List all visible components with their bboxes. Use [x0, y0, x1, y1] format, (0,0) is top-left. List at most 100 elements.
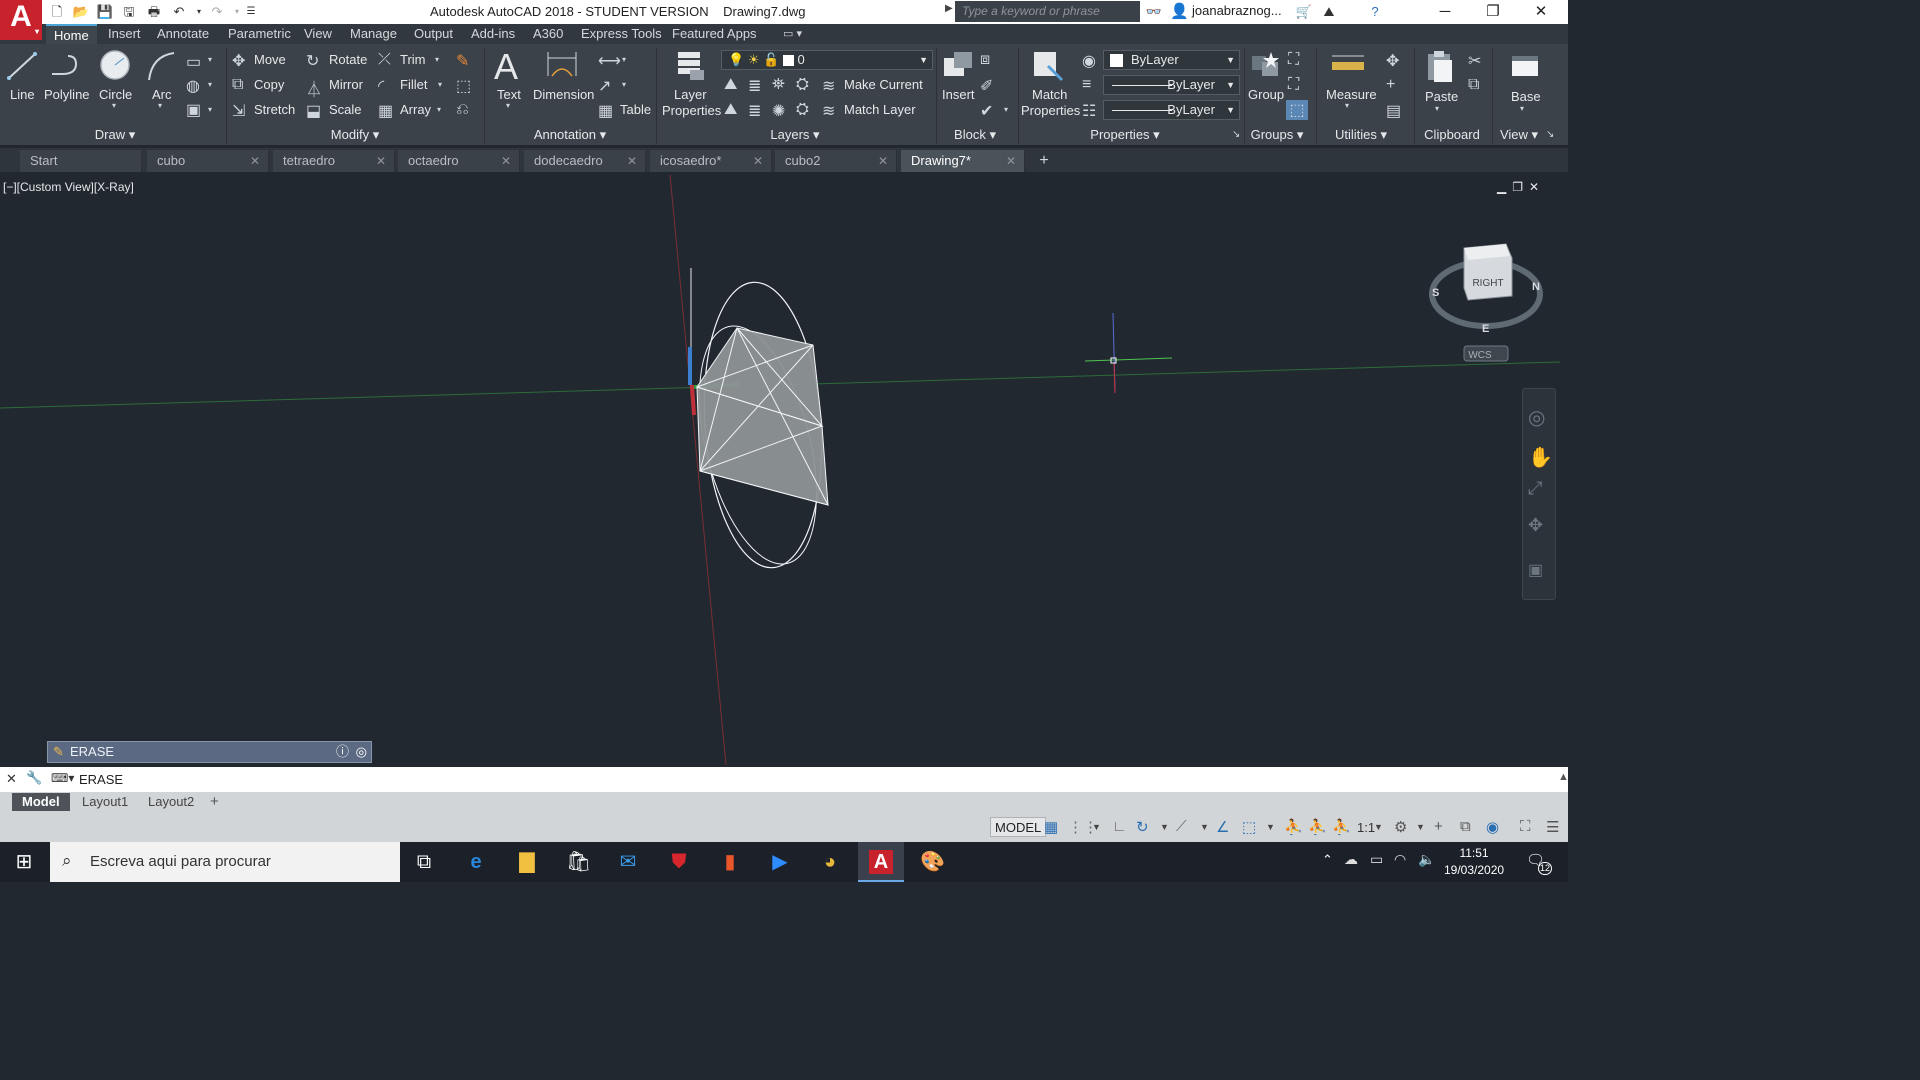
workspace-dropdown-icon[interactable]: ▼ — [1416, 822, 1425, 832]
file-tab-dodecaedro[interactable]: dodecaedro ✕ — [524, 150, 646, 172]
tab-a360[interactable]: A360 — [533, 24, 563, 44]
close-tab-icon[interactable]: ✕ — [1006, 150, 1016, 172]
line-button[interactable] — [4, 48, 40, 87]
hatch-dropdown-icon[interactable]: ▾ — [208, 80, 212, 89]
minimize-icon[interactable]: ─ — [1422, 0, 1468, 24]
quick-select-icon[interactable]: ✥ — [1386, 51, 1399, 71]
hatch-icon[interactable]: ◍ — [186, 76, 200, 96]
copy-clip-icon[interactable]: ⧉ — [1468, 76, 1479, 94]
layout-tab-layout1[interactable]: Layout1 — [72, 793, 138, 811]
base-view-button[interactable] — [1508, 52, 1542, 85]
copy-button[interactable]: Copy — [254, 77, 284, 92]
file-explorer-icon[interactable]: ▇ — [515, 850, 539, 874]
close-tab-icon[interactable]: ✕ — [878, 150, 888, 172]
command-input[interactable]: ERASE — [79, 772, 123, 787]
groups-panel-title[interactable]: Groups ▾ — [1246, 127, 1308, 144]
polar-tracking-icon[interactable]: ↻ — [1136, 818, 1149, 836]
clipboard-panel-title[interactable]: Clipboard — [1420, 127, 1484, 144]
compass-s-label[interactable]: S — [1432, 287, 1439, 299]
linear-dim-dropdown-icon[interactable]: ▾ — [622, 55, 626, 64]
cut-icon[interactable]: ✂ — [1468, 51, 1481, 71]
create-block-icon[interactable]: ⧈ — [980, 51, 990, 69]
windows-start-icon[interactable]: ⊞ — [12, 850, 36, 874]
zoom-icon[interactable]: ▶ — [768, 850, 792, 874]
close-command-icon[interactable]: ✕ — [6, 771, 17, 787]
file-tab-cubo[interactable]: cubo ✕ — [147, 150, 269, 172]
scale-dropdown-icon[interactable]: ▼ — [1374, 822, 1383, 832]
snap-dropdown-icon[interactable]: ▼ — [1092, 822, 1101, 832]
object-snap-icon[interactable]: ⬚ — [1242, 818, 1256, 836]
base-dropdown-icon[interactable]: ▾ — [1520, 104, 1524, 113]
file-tab-drawing7[interactable]: Drawing7* ✕ — [901, 150, 1025, 172]
file-tab-cubo2[interactable]: cubo2 ✕ — [775, 150, 897, 172]
group-edit-icon[interactable]: ⛶ — [1288, 76, 1299, 94]
paste-button[interactable] — [1424, 48, 1456, 87]
store-icon[interactable]: 🛍 — [566, 850, 591, 874]
draw-panel-title[interactable]: Draw ▾ — [80, 127, 150, 144]
undo-dropdown-icon[interactable]: ▾ — [190, 3, 208, 21]
layer-walk-icon[interactable]: ⛰ — [724, 101, 737, 119]
help-icon[interactable]: ? — [1366, 3, 1384, 21]
block-attribute-icon[interactable]: ✔ — [980, 101, 993, 121]
new-tab-plus-icon[interactable]: + — [1032, 151, 1056, 171]
measure-dropdown-icon[interactable]: ▾ — [1345, 101, 1349, 110]
text-icon[interactable]: A — [494, 46, 518, 88]
wifi-icon[interactable]: ◠ — [1394, 851, 1406, 868]
annotation-scale-icon[interactable]: ⛹ — [1332, 818, 1351, 836]
grid-icon[interactable]: ▦ — [1044, 818, 1058, 836]
measure-button[interactable] — [1330, 50, 1366, 83]
close-tab-icon[interactable]: ✕ — [627, 150, 637, 172]
annotation-monitor-icon[interactable]: + — [1434, 818, 1443, 835]
battery-icon[interactable]: ▭ — [1370, 851, 1383, 868]
compass-n-label[interactable]: N — [1532, 281, 1540, 293]
tab-output[interactable]: Output — [414, 24, 453, 44]
arc-button[interactable] — [144, 48, 180, 87]
annotation-scale-value[interactable]: 1:1 — [1357, 820, 1375, 835]
mcafee-icon[interactable]: ⛊ — [667, 850, 691, 874]
compass-e-label[interactable]: E — [1482, 323, 1489, 335]
file-tab-octaedro[interactable]: octaedro ✕ — [398, 150, 520, 172]
customize-toolbar-icon[interactable]: ☰ — [242, 3, 260, 21]
units-icon[interactable]: ⧉ — [1460, 818, 1471, 835]
command-expand-icon[interactable]: ▲ — [1558, 771, 1568, 783]
scale-button[interactable]: Scale — [329, 102, 362, 117]
tab-annotate[interactable]: Annotate — [157, 24, 209, 44]
rotate-button[interactable]: Rotate — [329, 52, 367, 67]
help-circle-icon[interactable]: ⓘ — [336, 742, 349, 762]
calculator-icon[interactable]: ▤ — [1386, 101, 1401, 121]
polar-dropdown-icon[interactable]: ▼ — [1160, 822, 1169, 832]
isodraft-dropdown-icon[interactable]: ▼ — [1200, 822, 1209, 832]
edit-block-icon[interactable]: ✐ — [980, 76, 993, 96]
tab-parametric[interactable]: Parametric — [228, 24, 291, 44]
object-snap-tracking-icon[interactable]: ∠ — [1216, 818, 1229, 836]
autocad-logo-menu-button[interactable]: A ▾ — [0, 0, 42, 40]
save-icon[interactable]: 💾 — [96, 3, 114, 21]
match-layer-button[interactable]: Match Layer — [844, 102, 916, 117]
command-line[interactable] — [0, 767, 1568, 792]
keyword-search-input[interactable]: Type a keyword or phrase — [955, 1, 1140, 22]
draw-more-dropdown-icon[interactable]: ▾ — [208, 105, 212, 114]
edge-browser-icon[interactable]: e — [464, 850, 488, 874]
view-launcher-icon[interactable]: ↘ — [1546, 129, 1554, 140]
mail-icon[interactable]: ✉ — [616, 850, 640, 874]
workspace-gear-icon[interactable]: ⚙ — [1394, 818, 1407, 836]
properties-panel-title[interactable]: Properties ▾ — [1080, 127, 1170, 144]
text-dropdown-icon[interactable]: ▾ — [506, 101, 510, 110]
office-icon[interactable]: ▮ — [718, 850, 742, 874]
layer-off-icon[interactable]: ⛰ — [724, 76, 737, 94]
view-panel-title[interactable]: View ▾ — [1494, 127, 1544, 144]
fillet-button[interactable]: Fillet — [400, 77, 427, 92]
layer-unlock-icon[interactable]: ⛭ — [796, 101, 809, 119]
layer-properties-button[interactable] — [672, 48, 708, 87]
close-icon[interactable]: ✕ — [1518, 0, 1564, 24]
lineweight-dropdown[interactable]: ByLayer ▼ — [1103, 100, 1240, 120]
layer-unisolate-icon[interactable]: ≣ — [748, 101, 761, 121]
erase-icon[interactable]: ✎ — [456, 51, 469, 71]
close-tab-icon[interactable]: ✕ — [753, 150, 763, 172]
command-prompt-icon[interactable]: ⌨▾ — [51, 771, 74, 785]
tab-home[interactable]: Home — [46, 24, 97, 44]
viewport-controls-label[interactable]: [−][Custom View][X-Ray] — [3, 180, 134, 194]
close-tab-icon[interactable]: ✕ — [250, 150, 260, 172]
model-space-canvas[interactable] — [0, 175, 1560, 765]
volume-icon[interactable]: 🔈 — [1418, 851, 1435, 868]
